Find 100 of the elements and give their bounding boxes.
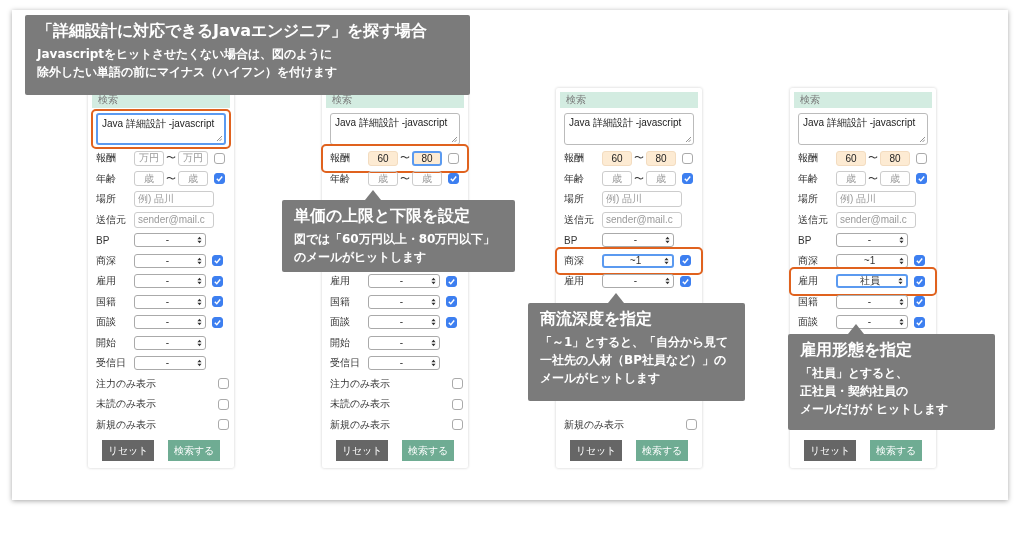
checkbox[interactable] xyxy=(452,378,463,390)
field-label: 雇用 xyxy=(96,274,117,289)
field-label: 送信元 xyxy=(96,212,127,227)
resize-grip-icon[interactable] xyxy=(216,135,222,141)
reset-button[interactable]: リセット xyxy=(570,440,622,461)
updown-caret-icon xyxy=(665,236,670,245)
field-label: 受信日 xyxy=(96,356,127,371)
checkbox[interactable] xyxy=(446,275,457,287)
checkbox[interactable] xyxy=(680,275,691,287)
callout-title: 商流深度を指定 xyxy=(540,309,653,330)
select-field[interactable]: 社員 xyxy=(836,274,908,289)
field-label: 面談 xyxy=(96,315,117,330)
checkbox[interactable] xyxy=(914,316,925,328)
callout-text: 「～1」とすると、「自分から見て xyxy=(540,334,730,351)
checkbox[interactable] xyxy=(212,275,223,287)
select-field[interactable]: - xyxy=(368,335,440,350)
field-label: 商深 xyxy=(96,253,117,268)
checkbox[interactable] xyxy=(448,173,459,185)
select-field[interactable]: - xyxy=(368,294,440,309)
updown-caret-icon xyxy=(665,277,670,286)
select-field[interactable]: ~1 xyxy=(836,253,908,268)
select-field[interactable]: - xyxy=(134,274,206,289)
updown-caret-icon xyxy=(197,256,202,265)
checkbox[interactable] xyxy=(686,419,697,431)
callout-text: 図では「60万円以上・80万円以下」 xyxy=(294,231,497,248)
select-field[interactable]: - xyxy=(134,356,206,371)
field-label: 受信日 xyxy=(330,356,361,371)
select-field[interactable]: - xyxy=(134,335,206,350)
select-field[interactable]: ~1 xyxy=(602,253,674,268)
number-field[interactable]: 60 xyxy=(368,150,398,166)
updown-caret-icon xyxy=(899,236,904,245)
checkbox[interactable] xyxy=(212,296,223,308)
updown-caret-icon xyxy=(898,277,903,286)
query-field[interactable]: Java 詳細設計 -javascript xyxy=(564,113,694,145)
select-field[interactable]: - xyxy=(134,315,206,330)
resize-grip-icon[interactable] xyxy=(685,136,691,142)
checkbox[interactable] xyxy=(452,419,463,431)
select-field[interactable]: - xyxy=(602,233,674,248)
field-label: 雇用 xyxy=(798,274,819,289)
number-field[interactable]: 80 xyxy=(412,150,442,166)
select-field[interactable]: - xyxy=(368,315,440,330)
resize-grip-icon[interactable] xyxy=(919,136,925,142)
number-field[interactable]: 60 xyxy=(836,150,866,166)
select-field[interactable]: - xyxy=(836,315,908,330)
number-field[interactable]: 60 xyxy=(602,150,632,166)
option-label: 新規のみ表示 xyxy=(330,417,391,432)
callout-text: Javascriptをヒットさせたくない場合は、図のように xyxy=(37,46,334,63)
checkbox[interactable] xyxy=(214,152,225,164)
select-field[interactable]: - xyxy=(368,356,440,371)
checkbox[interactable] xyxy=(914,296,925,308)
callout-text: 除外したい単語の前にマイナス（ハイフン）を付けます xyxy=(37,64,338,81)
number-field[interactable]: 80 xyxy=(646,150,676,166)
checkbox[interactable] xyxy=(446,296,457,308)
callout-title: 「詳細設計に対応できるJavaエンジニア」を探す場合 xyxy=(37,21,428,42)
checkbox[interactable] xyxy=(682,173,693,185)
panel-header: 検索 xyxy=(794,92,932,108)
resize-grip-icon[interactable] xyxy=(451,136,457,142)
query-field[interactable]: Java 詳細設計 -javascript xyxy=(798,113,928,145)
query-field[interactable]: Java 詳細設計 -javascript xyxy=(330,113,460,145)
reset-button[interactable]: リセット xyxy=(102,440,154,461)
tilde-separator: 〜 xyxy=(633,151,645,166)
checkbox[interactable] xyxy=(448,152,459,164)
option-label: 未読のみ表示 xyxy=(96,397,157,412)
field-label: 国籍 xyxy=(798,294,819,309)
reset-button[interactable]: リセット xyxy=(804,440,856,461)
select-field[interactable]: - xyxy=(134,233,206,248)
select-field[interactable]: - xyxy=(602,274,674,289)
checkbox[interactable] xyxy=(452,398,463,410)
select-field[interactable]: - xyxy=(368,274,440,289)
checkbox[interactable] xyxy=(214,173,225,185)
checkbox[interactable] xyxy=(446,316,457,328)
checkbox[interactable] xyxy=(218,419,229,431)
field-label: 面談 xyxy=(330,315,351,330)
checkbox[interactable] xyxy=(916,152,927,164)
field-label: 商深 xyxy=(798,253,819,268)
checkbox[interactable] xyxy=(218,398,229,410)
callout-text: 一社先の人材（BP社員など）」の xyxy=(540,352,727,369)
select-field[interactable]: - xyxy=(134,253,206,268)
query-field[interactable]: Java 詳細設計 -javascript xyxy=(96,113,226,145)
select-field[interactable]: - xyxy=(134,294,206,309)
checkbox[interactable] xyxy=(212,255,223,267)
checkbox[interactable] xyxy=(218,378,229,390)
updown-caret-icon xyxy=(197,338,202,347)
updown-caret-icon xyxy=(664,256,669,265)
reset-button[interactable]: リセット xyxy=(336,440,388,461)
tilde-separator: 〜 xyxy=(633,171,645,186)
checkbox[interactable] xyxy=(914,275,925,287)
updown-caret-icon xyxy=(197,318,202,327)
checkbox[interactable] xyxy=(212,316,223,328)
checkbox[interactable] xyxy=(916,173,927,185)
field-label: 場所 xyxy=(96,192,117,207)
checkbox[interactable] xyxy=(682,152,693,164)
updown-caret-icon xyxy=(431,277,436,286)
select-field[interactable]: - xyxy=(836,233,908,248)
checkbox[interactable] xyxy=(914,255,925,267)
field-label: 報酬 xyxy=(798,151,819,166)
updown-caret-icon xyxy=(431,318,436,327)
updown-caret-icon xyxy=(197,359,202,368)
number-field[interactable]: 80 xyxy=(880,150,910,166)
checkbox[interactable] xyxy=(680,255,691,267)
